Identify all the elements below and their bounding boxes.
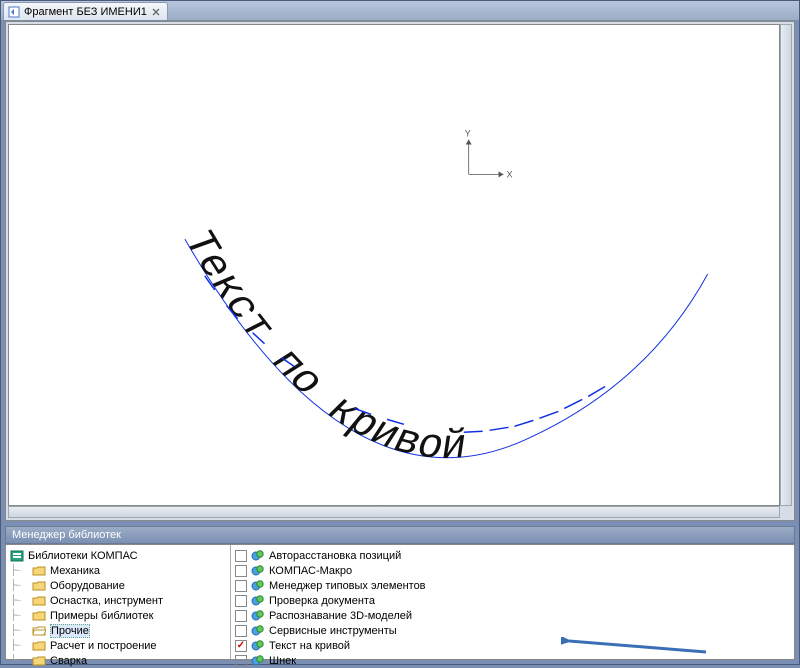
text-on-curve: Текст по кривой <box>174 221 468 471</box>
list-item-label: Распознавание 3D-моделей <box>269 610 412 622</box>
axis-x-label: X <box>507 169 513 179</box>
tree-branch-icon: └·· <box>10 655 28 666</box>
library-list[interactable]: Авторасстановка позиций КОМПАС-Макро Менед… <box>231 545 794 659</box>
library-item-icon <box>251 564 265 578</box>
folder-icon <box>32 610 46 622</box>
library-manager-title: Менеджер библиотек <box>5 526 795 544</box>
library-root-icon <box>10 549 24 563</box>
folder-icon <box>32 595 46 607</box>
tree-item[interactable]: ├·· Механика <box>8 563 228 578</box>
library-item-icon <box>251 639 265 653</box>
folder-icon <box>32 625 46 637</box>
tree-item[interactable]: ├·· Примеры библиотек <box>8 608 228 623</box>
fragment-icon <box>8 6 20 18</box>
library-item-icon <box>251 549 265 563</box>
tree-item-label: Оборудование <box>50 580 125 592</box>
list-item-label: КОМПАС-Макро <box>269 565 352 577</box>
checkbox[interactable] <box>235 595 247 607</box>
drawing-svg: X Y Текст по кривой <box>9 25 779 505</box>
document-tab-bar: Фрагмент БЕЗ ИМЕНИ1 <box>1 1 799 21</box>
tree-item[interactable]: ├·· Прочие <box>8 623 228 638</box>
library-item-icon <box>251 624 265 638</box>
document-tab[interactable]: Фрагмент БЕЗ ИМЕНИ1 <box>3 2 168 20</box>
list-item[interactable]: Распознавание 3D-моделей <box>233 608 792 623</box>
tree-branch-icon: ├·· <box>10 640 28 651</box>
tree-item[interactable]: └··Сварка <box>8 653 228 668</box>
tree-root[interactable]: Библиотеки КОМПАС <box>8 548 228 563</box>
drawing-canvas[interactable]: X Y Текст по кривой <box>8 24 780 506</box>
list-item[interactable]: Менеджер типовых элементов <box>233 578 792 593</box>
checkbox[interactable] <box>235 625 247 637</box>
list-item[interactable]: Сервисные инструменты <box>233 623 792 638</box>
library-item-icon <box>251 579 265 593</box>
tree-item[interactable]: ├·· Оснастка, инструмент <box>8 593 228 608</box>
list-item[interactable]: Авторасстановка позиций <box>233 548 792 563</box>
tree-branch-icon: ├·· <box>10 580 28 591</box>
library-manager-panel: Библиотеки КОМПАС ├·· Механика ├·· Оборудов… <box>5 544 795 660</box>
text-on-curve-content: Текст по кривой <box>174 221 468 471</box>
drawing-area-frame: X Y Текст по кривой <box>5 21 795 521</box>
vertical-scrollbar[interactable] <box>780 24 792 506</box>
tree-item-label: Примеры библиотек <box>50 610 153 622</box>
axes-marker: X Y <box>465 129 513 180</box>
folder-icon <box>32 640 46 652</box>
checkbox[interactable] <box>235 550 247 562</box>
list-item-label: Авторасстановка позиций <box>269 550 401 562</box>
document-tab-title: Фрагмент БЕЗ ИМЕНИ1 <box>24 6 147 18</box>
checkbox[interactable] <box>235 640 247 652</box>
tree-item-label: Механика <box>50 565 100 577</box>
list-item[interactable]: Текст на кривой <box>233 638 792 653</box>
checkbox[interactable] <box>235 580 247 592</box>
list-item-label: Менеджер типовых элементов <box>269 580 426 592</box>
folder-icon <box>32 580 46 592</box>
library-item-icon <box>251 654 265 668</box>
checkbox[interactable] <box>235 565 247 577</box>
list-item[interactable]: КОМПАС-Макро <box>233 563 792 578</box>
list-item-label: Сервисные инструменты <box>269 625 397 637</box>
horizontal-scrollbar[interactable] <box>8 506 780 518</box>
tree-root-label: Библиотеки КОМПАС <box>28 550 138 562</box>
tree-item-label: Расчет и построение <box>50 640 157 652</box>
axis-y-label: Y <box>465 129 471 139</box>
tree-branch-icon: ├·· <box>10 625 28 636</box>
tree-branch-icon: ├·· <box>10 565 28 576</box>
close-icon[interactable] <box>151 7 161 17</box>
tree-item[interactable]: ├·· Расчет и построение <box>8 638 228 653</box>
library-item-icon <box>251 594 265 608</box>
library-tree[interactable]: Библиотеки КОМПАС ├·· Механика ├·· Оборудов… <box>6 545 231 659</box>
tree-item-label: Оснастка, инструмент <box>50 595 163 607</box>
list-item-label: Текст на кривой <box>269 640 350 652</box>
list-item[interactable]: Проверка документа <box>233 593 792 608</box>
checkbox[interactable] <box>235 610 247 622</box>
tree-item[interactable]: ├·· Оборудование <box>8 578 228 593</box>
tree-branch-icon: ├·· <box>10 595 28 606</box>
tree-item-label: Прочие <box>50 624 90 638</box>
tree-branch-icon: ├·· <box>10 610 28 621</box>
folder-icon <box>32 565 46 577</box>
list-item[interactable]: Шнек <box>233 653 792 668</box>
list-item-label: Проверка документа <box>269 595 375 607</box>
library-item-icon <box>251 609 265 623</box>
